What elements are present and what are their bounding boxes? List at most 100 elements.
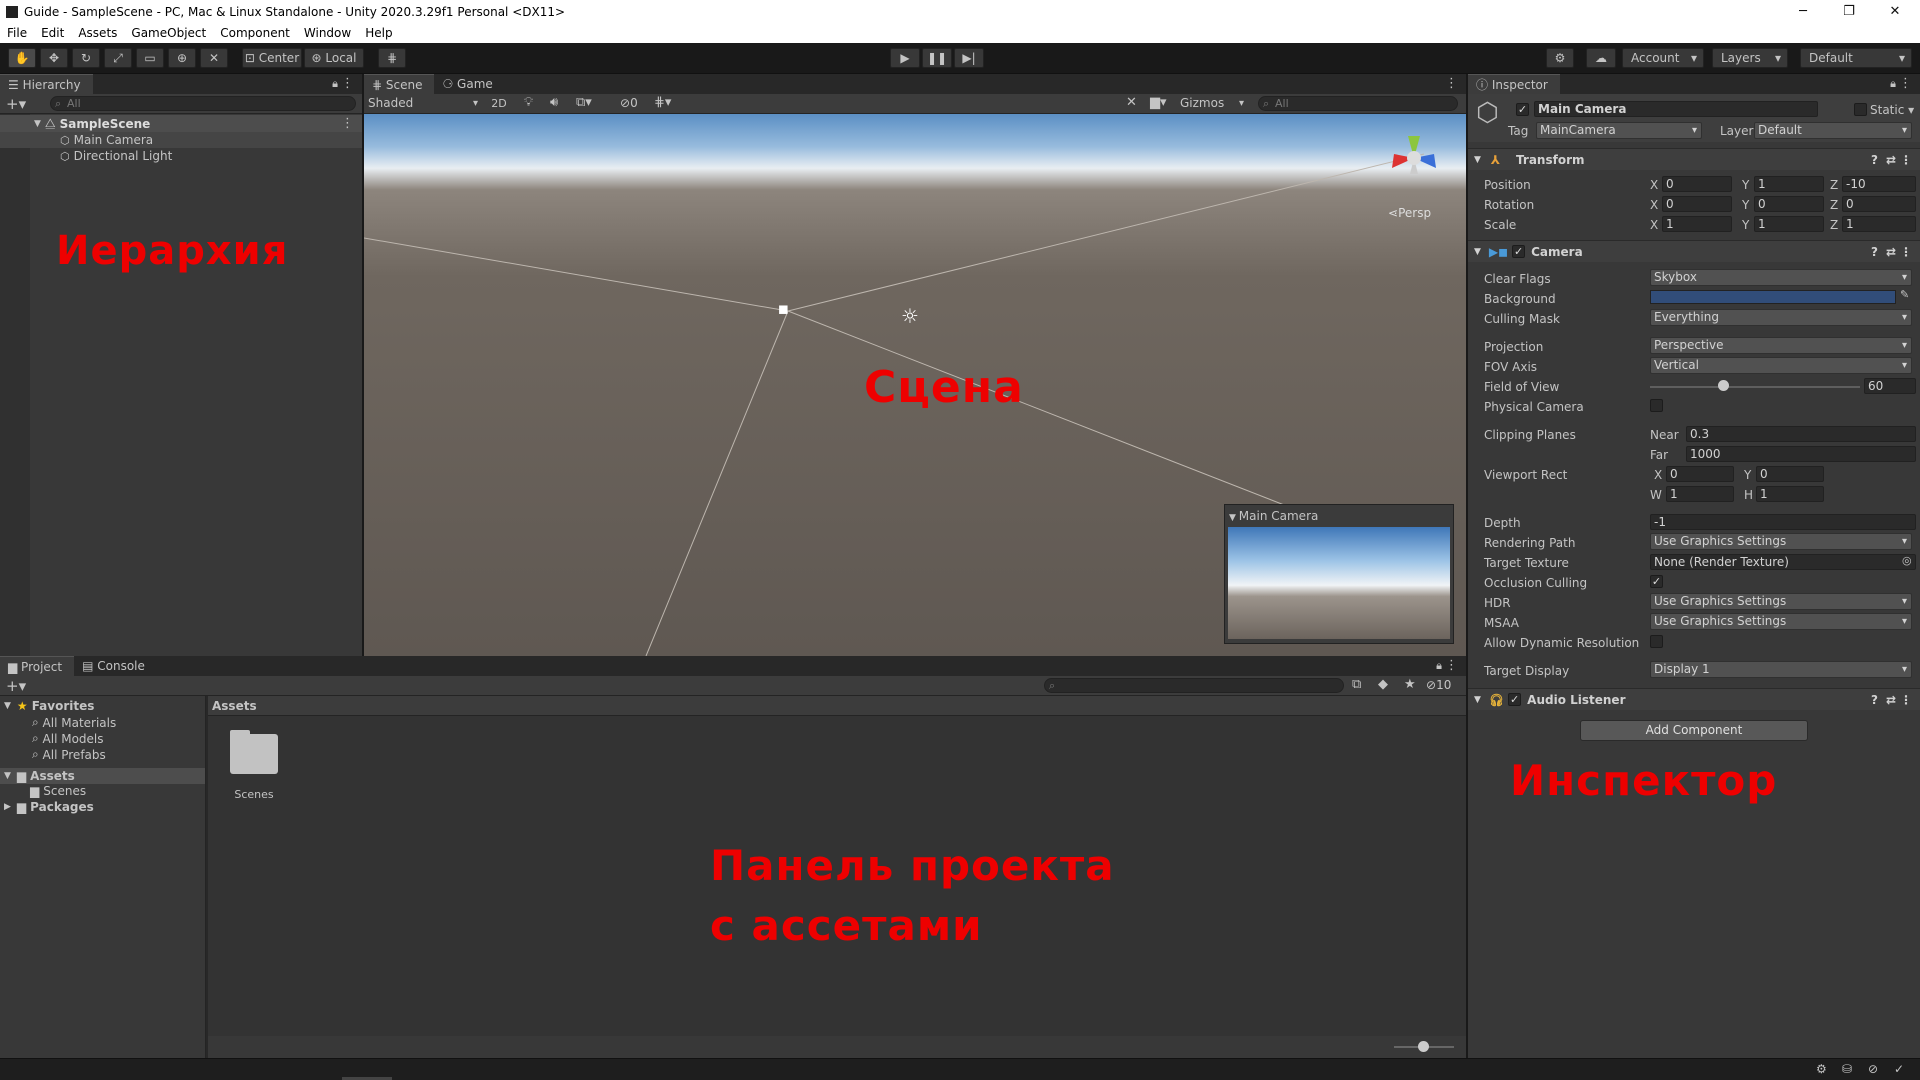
toggle-2d-button[interactable]: 2D [488, 95, 510, 112]
menu-file[interactable]: File [0, 26, 34, 40]
orientation-gizmo-icon[interactable] [1374, 118, 1454, 198]
effects-toggle-icon[interactable]: ⧉▾ [576, 95, 592, 110]
audio-listener-header[interactable]: ▼ 🎧︎ ✓ Audio Listener ? ⇄ ⋮ [1468, 688, 1920, 710]
gizmos-dropdown[interactable]: Gizmos ▾ [1180, 95, 1246, 112]
object-active-checkbox[interactable]: ✓ [1516, 103, 1529, 116]
pause-button[interactable]: ❚❚ [922, 48, 952, 68]
scale-x-field[interactable]: 1 [1662, 216, 1732, 232]
scale-y-field[interactable]: 1 [1754, 216, 1824, 232]
more-icon[interactable]: ⋮ [341, 76, 354, 91]
camera-header[interactable]: ▼ ▶◼ ✓ Camera ? ⇄ ⋮ [1468, 240, 1920, 262]
menu-help[interactable]: Help [358, 26, 399, 40]
more-icon[interactable]: ⋮ [1900, 693, 1912, 707]
status-check-icon[interactable]: ✓ [1894, 1062, 1904, 1076]
lock-icon[interactable]: 🔒︎ [1890, 77, 1896, 91]
projection-dropdown[interactable]: Perspective [1650, 337, 1912, 354]
scene-search-input[interactable]: ⌕ All [1258, 96, 1458, 111]
audio-toggle-icon[interactable]: 🔊︎ [550, 95, 558, 110]
cloud-icon[interactable]: ☁ [1586, 48, 1616, 68]
cache-server-icon[interactable]: ⛁ [1842, 1062, 1852, 1076]
eyedropper-icon[interactable]: ✎ [1900, 288, 1909, 301]
layers-dropdown[interactable]: Layers ▾ [1712, 48, 1788, 68]
physical-camera-checkbox[interactable] [1650, 399, 1663, 412]
add-icon[interactable]: +▾ [6, 95, 26, 113]
viewport-x-field[interactable]: 0 [1666, 466, 1734, 482]
camera-gizmo-icon[interactable]: ◼ [778, 302, 789, 317]
debug-icon[interactable]: ⚙ [1816, 1062, 1827, 1076]
hierarchy-item-main-camera[interactable]: ⬡ Main Camera [0, 132, 362, 148]
perspective-label[interactable]: ⋖Persp [1388, 206, 1431, 220]
object-name-field[interactable]: Main Camera [1534, 101, 1818, 117]
tree-item-packages[interactable]: ▶ ▆ Packages [4, 800, 94, 814]
more-icon[interactable]: ⋮ [341, 116, 354, 131]
transform-tool-icon[interactable]: ⊕ [168, 48, 196, 68]
position-x-field[interactable]: 0 [1662, 176, 1732, 192]
dynamic-resolution-checkbox[interactable] [1650, 635, 1663, 648]
minimize-button[interactable]: ─ [1780, 0, 1826, 23]
menu-gameobject[interactable]: GameObject [124, 26, 213, 40]
rotation-z-field[interactable]: 0 [1842, 196, 1916, 212]
position-y-field[interactable]: 1 [1754, 176, 1824, 192]
fov-axis-dropdown[interactable]: Vertical [1650, 357, 1912, 374]
static-checkbox[interactable] [1854, 103, 1867, 116]
tools-icon[interactable]: ✕ [1126, 95, 1137, 110]
hidden-packages-toggle[interactable]: ⊘10 [1426, 678, 1451, 692]
favorite-all-prefabs[interactable]: ⌕ All Prefabs [32, 747, 106, 762]
lock-icon[interactable]: 🔒︎ [1436, 659, 1442, 673]
viewport-w-field[interactable]: 1 [1666, 486, 1734, 502]
audio-listener-enabled-checkbox[interactable]: ✓ [1508, 693, 1522, 706]
rendering-path-dropdown[interactable]: Use Graphics Settings [1650, 533, 1912, 550]
more-icon[interactable]: ⋮ [1900, 245, 1912, 259]
step-button[interactable]: ▶| [954, 48, 984, 68]
viewport-y-field[interactable]: 0 [1756, 466, 1824, 482]
lighting-toggle-icon[interactable]: 💡︎ [524, 95, 533, 110]
presets-icon[interactable]: ⇄ [1886, 245, 1896, 259]
tab-inspector[interactable]: ⓘ Inspector [1468, 74, 1560, 94]
lock-icon[interactable]: 🔒︎ [332, 77, 338, 91]
tab-hierarchy[interactable]: ☰ Hierarchy [0, 74, 93, 94]
hierarchy-item-directional-light[interactable]: ⬡ Directional Light [0, 148, 362, 164]
help-icon[interactable]: ? [1871, 153, 1878, 167]
close-button[interactable]: ✕ [1872, 0, 1918, 23]
fov-slider-track[interactable] [1650, 386, 1860, 388]
camera-settings-icon[interactable]: ▆▾ [1150, 95, 1167, 110]
background-color-swatch[interactable] [1650, 290, 1896, 304]
grid-snap-icon[interactable]: ⋕ [378, 48, 406, 68]
rotate-tool-icon[interactable]: ↻ [72, 48, 100, 68]
viewport-h-field[interactable]: 1 [1756, 486, 1824, 502]
tab-scene[interactable]: ⋕ Scene [364, 74, 435, 94]
position-z-field[interactable]: -10 [1842, 176, 1916, 192]
grid-toggle-icon[interactable]: ⋕▾ [654, 95, 671, 110]
camera-enabled-checkbox[interactable]: ✓ [1512, 245, 1526, 258]
fov-slider-thumb[interactable] [1718, 380, 1729, 391]
icon-size-slider-thumb[interactable] [1418, 1041, 1429, 1052]
favorite-all-materials[interactable]: ⌕ All Materials [32, 715, 116, 730]
rect-tool-icon[interactable]: ▭ [136, 48, 164, 68]
custom-tool-icon[interactable]: ✕ [200, 48, 228, 68]
pivot-center-toggle[interactable]: ⊡ Center [242, 48, 302, 68]
scene-visibility-toggle[interactable]: ⊘0 [620, 96, 638, 110]
menu-edit[interactable]: Edit [34, 26, 71, 40]
favorite-all-models[interactable]: ⌕ All Models [32, 731, 104, 746]
hdr-dropdown[interactable]: Use Graphics Settings [1650, 593, 1912, 610]
layer-dropdown[interactable]: Default [1754, 122, 1912, 139]
hierarchy-search-input[interactable]: ⌕ All [50, 96, 356, 111]
account-dropdown[interactable]: Account ▾ [1622, 48, 1704, 68]
msaa-dropdown[interactable]: Use Graphics Settings [1650, 613, 1912, 630]
play-button[interactable]: ▶ [890, 48, 920, 68]
menu-window[interactable]: Window [297, 26, 358, 40]
far-field[interactable]: 1000 [1686, 446, 1916, 462]
tab-project[interactable]: ▆ Project [0, 656, 75, 676]
menu-component[interactable]: Component [213, 26, 297, 40]
add-component-button[interactable]: Add Component [1580, 720, 1808, 741]
near-field[interactable]: 0.3 [1686, 426, 1916, 442]
tag-dropdown[interactable]: MainCamera [1536, 122, 1702, 139]
search-by-label-icon[interactable]: ◆ [1378, 677, 1388, 692]
scale-z-field[interactable]: 1 [1842, 216, 1916, 232]
target-display-dropdown[interactable]: Display 1 [1650, 661, 1912, 678]
favorite-star-icon[interactable]: ★ [1404, 677, 1416, 692]
help-icon[interactable]: ? [1871, 693, 1878, 707]
rotation-y-field[interactable]: 0 [1754, 196, 1824, 212]
more-icon[interactable]: ⋮ [1900, 153, 1912, 167]
project-search-input[interactable]: ⌕ [1044, 678, 1344, 693]
